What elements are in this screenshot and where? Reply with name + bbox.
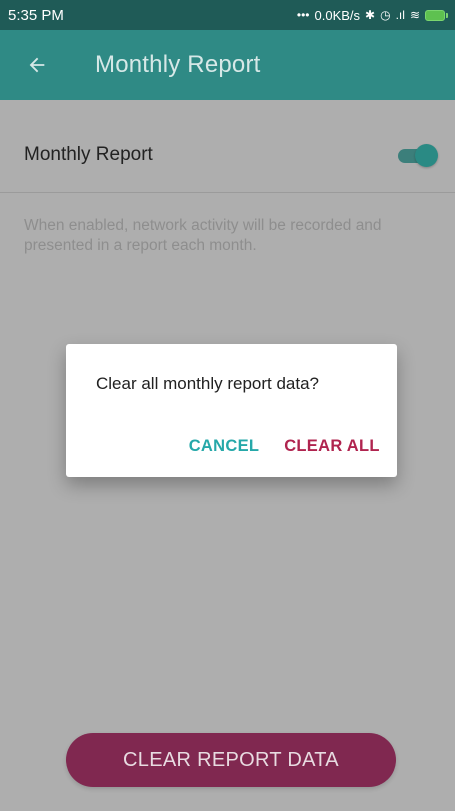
- more-dots-icon: •••: [296, 8, 310, 22]
- cancel-button[interactable]: CANCEL: [181, 426, 267, 466]
- confirm-dialog: Clear all monthly report data? CANCEL CL…: [66, 344, 397, 477]
- status-bar: 5:35 PM ••• 0.0KB/s ✱ ◷ .ıl ≋: [0, 0, 455, 30]
- network-speed: 0.0KB/s: [314, 7, 361, 23]
- setting-description: When enabled, network activity will be r…: [24, 217, 382, 254]
- alarm-icon: ◷: [380, 8, 391, 22]
- page-title: Monthly Report: [95, 51, 261, 78]
- clear-all-button[interactable]: CLEAR ALL: [280, 426, 384, 466]
- toggle-thumb: [415, 144, 438, 167]
- battery-icon: [425, 9, 448, 21]
- status-icons: ••• 0.0KB/s ✱ ◷ .ıl ≋: [296, 7, 448, 23]
- bluetooth-icon: ✱: [365, 8, 376, 22]
- app-bar: Monthly Report: [0, 30, 455, 100]
- monthly-report-setting-row[interactable]: Monthly Report: [0, 100, 455, 193]
- wifi-icon: ≋: [409, 8, 420, 22]
- arrow-back-icon: [29, 57, 45, 73]
- monthly-report-toggle[interactable]: [394, 144, 438, 168]
- signal-icon: .ıl: [395, 8, 405, 22]
- back-button[interactable]: [0, 30, 80, 100]
- dialog-message: Clear all monthly report data?: [96, 374, 320, 393]
- status-time: 5:35 PM: [8, 6, 64, 24]
- monthly-report-label: Monthly Report: [24, 144, 153, 165]
- clear-report-data-button[interactable]: CLEAR REPORT DATA: [66, 733, 396, 787]
